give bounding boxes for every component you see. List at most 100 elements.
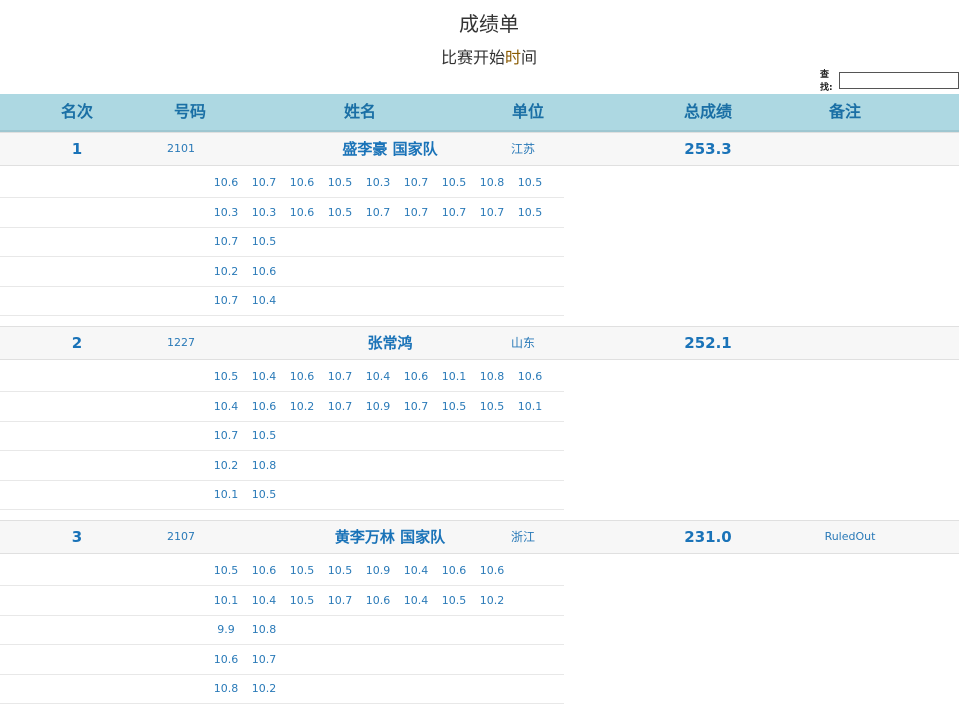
athlete-row[interactable]: 2 1227 张常鸿 山东 252.1 — [0, 326, 959, 360]
shot-score: 10.3 — [365, 176, 391, 189]
shot-score: 10.4 — [251, 294, 277, 307]
shot-score: 10.7 — [213, 235, 239, 248]
score-row: 9.9 10.8 — [0, 615, 564, 645]
shot-score: 10.9 — [365, 564, 391, 577]
score-row: 10.2 10.6 — [0, 257, 564, 287]
shot-score: 10.7 — [403, 205, 429, 219]
score-row: 10.1 10.4 10.5 10.7 10.6 10.4 10.5 10.2 — [0, 586, 564, 616]
athlete-row[interactable]: 1 2101 盛李豪 国家队 江苏 253.3 — [0, 132, 959, 166]
athlete-total: 252.1 — [684, 334, 732, 352]
athlete-name: 盛李豪 国家队 — [342, 140, 438, 158]
athlete-total: 231.0 — [684, 528, 732, 546]
subtitle-part-highlight: 时 — [504, 48, 521, 67]
score-row: 10.8 10.2 — [0, 674, 564, 704]
score-row: 10.6 10.7 10.6 10.5 10.3 10.7 10.5 10.8 10.5 — [0, 168, 564, 198]
shot-score: 10.6 — [517, 370, 543, 383]
score-row: 10.5 10.6 10.5 10.5 10.9 10.4 10.6 10.6 — [0, 556, 564, 586]
shot-score: 10.6 — [441, 564, 467, 577]
shot-score: 10.6 — [213, 652, 239, 666]
search-box: 查找: — [820, 70, 959, 93]
shot-score: 10.5 — [289, 564, 315, 577]
shot-score: 10.7 — [213, 294, 239, 307]
shot-score: 10.5 — [441, 399, 467, 413]
shot-score: 10.5 — [517, 176, 543, 189]
shot-score: 10.6 — [251, 564, 277, 577]
shot-score: 10.4 — [365, 370, 391, 383]
score-row: 10.7 10.5 — [0, 421, 564, 451]
shot-score: 10.2 — [289, 399, 315, 413]
score-row: 10.2 10.8 — [0, 451, 564, 481]
score-row: 10.5 10.4 10.6 10.7 10.4 10.6 10.1 10.8 10.6 — [0, 362, 564, 392]
shot-score: 10.1 — [441, 370, 467, 383]
shot-score: 10.7 — [327, 370, 353, 383]
shot-score: 10.6 — [403, 370, 429, 383]
header-number[interactable]: 号码 — [160, 94, 220, 130]
shot-score: 10.7 — [213, 429, 239, 442]
athlete-number: 1227 — [167, 336, 195, 349]
score-row: 10.1 10.5 — [0, 480, 564, 510]
shot-score: 10.1 — [213, 488, 239, 501]
athlete-rank: 2 — [71, 334, 83, 352]
shot-score: 10.4 — [251, 593, 277, 607]
score-row: 10.7 10.5 — [0, 227, 564, 257]
athlete-note — [800, 133, 900, 165]
shot-score: 9.9 — [217, 623, 235, 636]
header-name[interactable]: 姓名 — [330, 94, 390, 130]
search-label: 查找: — [820, 70, 833, 93]
athlete-row[interactable]: 3 2107 黄李万林 国家队 浙江 231.0 RuledOut — [0, 520, 959, 554]
search-input[interactable] — [839, 71, 959, 89]
shot-score: 10.5 — [441, 176, 467, 189]
shot-score: 10.2 — [213, 458, 239, 472]
shot-score: 10.7 — [251, 176, 277, 189]
shot-score: 10.5 — [251, 235, 277, 248]
shot-score: 10.4 — [213, 399, 239, 413]
shot-score: 10.4 — [403, 564, 429, 577]
athlete-total: 253.3 — [684, 140, 732, 158]
shot-score: 10.6 — [289, 370, 315, 383]
score-row: 10.3 10.3 10.6 10.5 10.7 10.7 10.7 10.7 10.5 — [0, 198, 564, 228]
shot-score: 10.2 — [251, 682, 277, 695]
shot-score: 10.7 — [327, 399, 353, 413]
page-subtitle: 比赛开始时间 — [0, 44, 959, 68]
shot-score: 10.1 — [213, 593, 239, 607]
athlete-note: RuledOut — [824, 530, 876, 543]
shot-score: 10.6 — [213, 176, 239, 189]
page-title: 成绩单 — [459, 12, 519, 36]
athlete-unit: 江苏 — [510, 142, 535, 156]
header-note[interactable]: 备注 — [815, 94, 875, 130]
score-row: 10.6 10.7 — [0, 645, 564, 675]
shot-score: 10.5 — [517, 205, 543, 219]
shot-score: 10.5 — [213, 564, 239, 577]
shot-score: 10.7 — [251, 652, 277, 666]
score-row: 10.4 10.6 10.2 10.7 10.9 10.7 10.5 10.5 10.1 — [0, 392, 564, 422]
shot-score: 10.6 — [365, 593, 391, 607]
shot-score: 10.6 — [289, 205, 315, 219]
shot-score: 10.5 — [289, 593, 315, 607]
header-rank[interactable]: 名次 — [52, 94, 102, 130]
shot-score: 10.5 — [327, 176, 353, 189]
shot-score: 10.8 — [479, 370, 505, 383]
shot-score: 10.6 — [479, 564, 505, 577]
subtitle-part: 间 — [521, 48, 538, 67]
shot-score: 10.2 — [479, 593, 505, 607]
header-total[interactable]: 总成绩 — [668, 94, 748, 130]
shot-score: 10.8 — [213, 682, 239, 695]
subtitle-part: 比赛开始 — [440, 48, 505, 67]
athlete-note — [800, 327, 900, 359]
shot-score: 10.2 — [213, 264, 239, 278]
athlete-unit: 山东 — [510, 336, 535, 350]
shot-score: 10.8 — [479, 176, 505, 189]
shot-score: 10.3 — [251, 205, 277, 219]
shot-score: 10.6 — [251, 399, 277, 413]
shot-score: 10.6 — [251, 264, 277, 278]
athlete-unit: 浙江 — [510, 530, 535, 544]
athlete-rank: 1 — [71, 140, 83, 158]
athlete-number: 2101 — [167, 142, 195, 155]
athlete-rank: 3 — [71, 528, 83, 546]
shot-score: 10.1 — [517, 399, 543, 413]
shot-score: 10.8 — [251, 458, 277, 472]
athlete-name: 黄李万林 国家队 — [334, 528, 446, 546]
shot-score: 10.5 — [213, 370, 239, 383]
header-unit[interactable]: 单位 — [498, 94, 558, 130]
shot-score: 10.5 — [251, 429, 277, 442]
